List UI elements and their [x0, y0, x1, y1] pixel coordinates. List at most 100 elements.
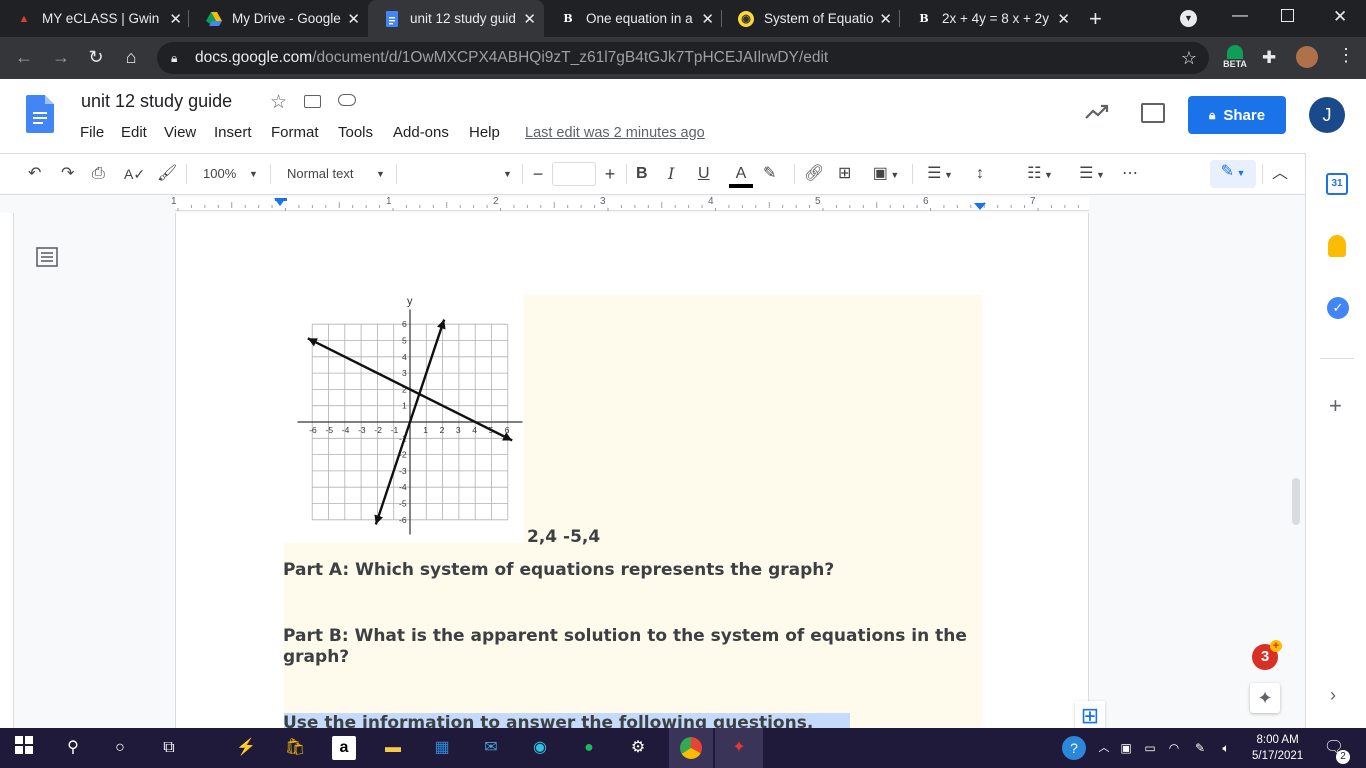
undo-icon[interactable]: ↶ — [28, 162, 41, 186]
vertical-scrollbar[interactable] — [1292, 478, 1300, 525]
print-icon[interactable]: ⎙ — [92, 162, 105, 186]
paint-format-icon[interactable]: 🖌︎ — [157, 162, 177, 186]
zoom-select[interactable]: 100% ▼ — [196, 162, 266, 186]
app-red-icon[interactable]: ✦ — [715, 728, 763, 768]
close-tab-icon[interactable]: ✕ — [879, 10, 892, 28]
menu-view[interactable]: View — [164, 124, 196, 141]
share-button[interactable]: 🔒︎ Share — [1188, 96, 1286, 134]
menu-edit[interactable]: Edit — [121, 124, 147, 141]
help-icon[interactable]: ? — [1062, 736, 1086, 760]
home-icon[interactable]: ⌂ — [119, 47, 143, 69]
paragraph-style-select[interactable]: Normal text ▼ — [280, 162, 390, 186]
star-icon[interactable]: ☆ — [270, 91, 287, 114]
close-tab-icon[interactable]: ✕ — [701, 10, 714, 28]
text-color-icon[interactable]: A — [729, 162, 753, 188]
window-close-icon[interactable]: ✕ — [1333, 7, 1347, 27]
keep-icon[interactable] — [1328, 235, 1346, 257]
document-title[interactable]: unit 12 study guide — [81, 91, 232, 112]
minimize-icon[interactable]: — — [1232, 7, 1248, 25]
decrease-font-size-icon[interactable]: − — [528, 162, 548, 186]
control-panel-icon[interactable]: ▦ — [430, 736, 454, 760]
battery-icon[interactable]: ▭ — [1138, 736, 1162, 760]
menu-file[interactable]: File — [80, 124, 104, 141]
wifi-icon[interactable]: ◠ — [1162, 736, 1186, 760]
calendar-icon[interactable]: 31 — [1326, 173, 1348, 195]
document-page[interactable]: xy-6-5-4-3-2-1123456654321-1-2-3-4-5-6 2… — [175, 213, 1089, 728]
chrome-icon[interactable] — [669, 728, 713, 768]
docs-logo-icon[interactable] — [26, 95, 54, 133]
add-comment-icon[interactable]: ⊞ — [838, 162, 851, 186]
back-icon[interactable]: ← — [12, 47, 36, 69]
tray-app-icon[interactable]: ▣ — [1114, 736, 1138, 760]
menu-insert[interactable]: Insert — [214, 124, 252, 141]
document-outline-icon[interactable] — [36, 246, 58, 268]
browser-menu-icon[interactable]: ⋮ — [1337, 45, 1355, 66]
menu-addons[interactable]: Add-ons — [393, 124, 449, 141]
graph-image[interactable]: xy-6-5-4-3-2-1123456654321-1-2-3-4-5-6 — [284, 295, 537, 543]
get-addons-icon[interactable]: + — [1329, 393, 1342, 419]
tab-system-of-equations[interactable]: ◉ System of Equatio ✕ — [722, 0, 900, 37]
reload-icon[interactable]: ↻ — [84, 47, 108, 69]
extensions-puzzle-icon[interactable]: ✚ — [1262, 48, 1276, 68]
task-view-icon[interactable]: ⧉ — [157, 736, 181, 760]
hide-menus-icon[interactable]: ︿ — [1272, 162, 1288, 186]
settings-gear-icon[interactable]: ⚙ — [626, 736, 650, 760]
new-tab-icon[interactable]: + — [1089, 6, 1102, 32]
bold-icon[interactable]: B — [636, 162, 648, 186]
app-icon[interactable]: ⚡ — [234, 736, 258, 760]
volume-icon[interactable]: 🔈︎ — [1214, 736, 1238, 760]
url-input[interactable]: 🔒︎ docs.google.com/document/d/1OwMXCPX4A… — [157, 42, 1209, 74]
explore-icon[interactable]: ✦ — [1250, 683, 1280, 713]
tab-brainly-2[interactable]: B 2x + 4y = 8 x + 2y ✕ — [900, 0, 1078, 37]
font-select[interactable]: ▼ — [400, 162, 518, 186]
move-folder-icon[interactable] — [304, 95, 321, 108]
tab-eclass[interactable]: ▲ MY eCLASS | Gwin ✕ — [0, 0, 190, 37]
file-explorer-icon[interactable]: ▬ — [381, 736, 405, 760]
tab-drive[interactable]: My Drive - Google ✕ — [190, 0, 368, 37]
align-icon[interactable]: ☰ ▼ — [922, 162, 958, 186]
last-edit-link[interactable]: Last edit was 2 minutes ago — [525, 125, 705, 141]
close-tab-icon[interactable]: ✕ — [1057, 10, 1070, 28]
windows-start-icon[interactable] — [12, 736, 36, 760]
pen-icon[interactable]: ✎ — [1188, 736, 1212, 760]
bookmark-star-icon[interactable]: ☆ — [1181, 42, 1197, 74]
comment-history-icon[interactable] — [1141, 103, 1165, 123]
edge-icon[interactable]: ◉ — [528, 736, 552, 760]
numbered-list-icon[interactable]: ☷ ▼ — [1020, 162, 1060, 186]
activity-trend-icon[interactable] — [1085, 103, 1109, 126]
account-avatar[interactable]: J — [1309, 97, 1345, 133]
cloud-status-icon[interactable] — [338, 94, 356, 106]
extension-beta-icon[interactable]: BETA — [1222, 45, 1248, 73]
more-options-icon[interactable]: ⋯ — [1122, 162, 1138, 186]
font-size-input[interactable] — [552, 162, 596, 186]
amazon-icon[interactable]: a — [332, 736, 356, 760]
increase-font-size-icon[interactable]: + — [600, 162, 620, 186]
tab-search-icon[interactable]: ▼ — [1180, 10, 1197, 27]
mail-icon[interactable]: ✉ — [479, 736, 503, 760]
search-icon[interactable]: ⚲ — [61, 736, 85, 760]
menu-tools[interactable]: Tools — [338, 124, 373, 141]
vertical-ruler[interactable] — [0, 213, 14, 728]
clock[interactable]: 8:00 AM 5/17/2021 — [1252, 732, 1303, 764]
spellcheck-icon[interactable]: A✓ — [124, 162, 145, 186]
highlight-color-icon[interactable]: ✎ — [763, 162, 776, 186]
underline-icon[interactable]: U — [698, 162, 710, 186]
profile-avatar[interactable] — [1296, 46, 1318, 68]
italic-icon[interactable]: I — [668, 162, 674, 186]
show-hidden-icons[interactable]: ︿ — [1092, 736, 1116, 760]
first-line-indent-marker[interactable] — [275, 198, 287, 201]
tab-docs-active[interactable]: unit 12 study guid ✕ — [368, 0, 544, 37]
restore-icon[interactable] — [1281, 9, 1294, 22]
close-tab-icon[interactable]: ✕ — [523, 10, 536, 28]
editing-mode-button[interactable]: ✎ ▼ — [1210, 160, 1256, 188]
ruler-page-area[interactable] — [175, 197, 1089, 211]
tab-brainly-1[interactable]: B One equation in a ✕ — [544, 0, 722, 37]
redo-icon[interactable]: ↷ — [61, 162, 74, 186]
menu-format[interactable]: Format — [271, 124, 319, 141]
cortana-icon[interactable]: ○ — [108, 736, 132, 760]
insert-image-icon[interactable]: ▣ ▼ — [868, 162, 904, 186]
spotify-icon[interactable]: ● — [577, 736, 601, 760]
bulleted-list-icon[interactable]: ☰ ▼ — [1072, 162, 1112, 186]
forward-icon[interactable]: → — [49, 47, 73, 69]
right-indent-marker[interactable] — [974, 203, 986, 210]
